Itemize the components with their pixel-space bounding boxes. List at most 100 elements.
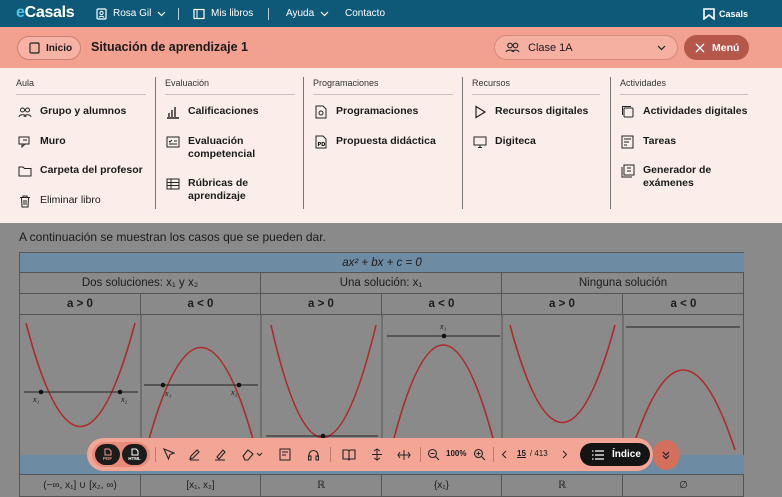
fit-height-tool[interactable] — [368, 446, 385, 463]
folder-icon — [18, 166, 32, 177]
column-heading: Aula — [16, 78, 35, 88]
zoom-in-button[interactable] — [471, 446, 488, 463]
root-label: x₁ — [439, 322, 447, 331]
next-page-button[interactable] — [559, 446, 570, 463]
double-chevron-down-icon — [662, 451, 670, 460]
menu-item-evaluacion-competencial[interactable]: Evaluación competencial — [166, 135, 291, 161]
monitor-icon — [473, 136, 487, 148]
pdf-format-button[interactable]: PDF — [95, 444, 120, 465]
table-icon — [166, 178, 180, 190]
list-icon — [592, 449, 604, 460]
headphones-icon — [308, 449, 319, 461]
mega-menu: Aula Grupo y alumnos Muro Carpeta del pr… — [0, 68, 782, 223]
parabola-one-down — [390, 344, 497, 451]
audio-tool[interactable] — [305, 446, 322, 463]
trash-icon — [20, 195, 30, 208]
highlighter-icon — [215, 449, 226, 461]
sign-header: a < 0 — [141, 294, 261, 315]
menu-column-aula: Aula — [16, 78, 146, 95]
help-menu[interactable]: Ayuda — [286, 0, 329, 27]
menu-item-rubricas[interactable]: Rúbricas de aprendizaje — [166, 177, 291, 203]
solution-set: ∅ — [623, 475, 744, 497]
eraser-tool[interactable] — [239, 446, 256, 463]
parabola-two-up — [25, 322, 136, 428]
sign-header: a > 0 — [502, 294, 623, 315]
column-heading: Recursos — [472, 78, 511, 88]
fit-width-tool[interactable] — [395, 446, 412, 463]
menu-item-digiteca[interactable]: Digiteca — [473, 135, 536, 149]
total-pages: / 413 — [529, 449, 548, 458]
group-icon — [505, 42, 520, 53]
play-icon — [475, 105, 487, 119]
chat-icon — [18, 136, 30, 149]
document-gear-icon — [315, 105, 327, 119]
open-book-icon — [341, 449, 356, 461]
fit-height-icon — [371, 448, 382, 461]
solution-set: ℝ — [261, 475, 382, 497]
divider — [178, 8, 179, 20]
column-divider — [462, 77, 463, 209]
menu-item-programaciones[interactable]: Programaciones — [314, 105, 418, 119]
solution-set: (−∞, x₁] ∪ [x₂, ∞) — [20, 475, 141, 497]
sign-header: a > 0 — [20, 294, 141, 315]
bar-chart-icon — [167, 107, 179, 119]
menu-item-muro[interactable]: Muro — [18, 135, 66, 149]
menu-item-tareas[interactable]: Tareas — [621, 135, 676, 149]
document-pd-icon: PD — [315, 135, 327, 149]
prev-page-button[interactable] — [498, 446, 509, 463]
highlighter-tool[interactable] — [212, 446, 229, 463]
menu-item-carpeta-profesor[interactable]: Carpeta del profesor — [18, 164, 143, 178]
menu-item-propuesta-didactica[interactable]: PD Propuesta didáctica — [314, 135, 436, 149]
sign-header: a < 0 — [623, 294, 744, 315]
contact-link[interactable]: Contacto — [345, 0, 385, 27]
chevron-down-icon — [256, 452, 263, 457]
zoom-in-icon — [473, 448, 486, 461]
pointer-tool[interactable] — [160, 446, 177, 463]
evaluation-card-icon — [166, 136, 180, 148]
chevron-right-icon — [562, 450, 567, 459]
zoom-out-button[interactable] — [425, 446, 442, 463]
people-icon — [18, 107, 32, 118]
activities-icon — [622, 106, 634, 118]
menu-item-calificaciones[interactable]: Calificaciones — [166, 105, 259, 119]
column-divider — [303, 77, 304, 209]
note-tool[interactable] — [277, 446, 294, 463]
user-menu[interactable]: Rosa Gil — [96, 0, 166, 27]
close-icon — [695, 43, 705, 52]
menu-item-recursos-digitales[interactable]: Recursos digitales — [473, 105, 588, 119]
menu-item-actividades-digitales[interactable]: Actividades digitales — [621, 105, 747, 119]
reader-toolbar: PDF HTML 100% 15 / 413 Índice — [87, 438, 653, 471]
menu-item-eliminar-libro[interactable]: Eliminar libro — [18, 194, 101, 208]
solution-set: {x₁} — [382, 475, 502, 497]
pen-tool[interactable] — [186, 446, 203, 463]
group-header-none: Ninguna solución — [502, 273, 744, 294]
root-label: x₂ — [120, 395, 128, 404]
solution-set: ℝ — [502, 475, 623, 497]
chevron-left-icon — [501, 450, 506, 459]
class-select-value: Clase 1A — [528, 41, 573, 54]
casals-mark-icon — [703, 7, 715, 20]
toolbar-expand-button[interactable] — [653, 440, 679, 470]
task-list-icon — [621, 135, 634, 149]
home-button[interactable]: Inicio — [17, 36, 81, 60]
eraser-options[interactable] — [255, 446, 264, 463]
menu-close-button[interactable]: Menú — [684, 35, 749, 60]
fit-width-icon — [396, 449, 411, 460]
book-view-tool[interactable] — [340, 446, 357, 463]
my-books-link[interactable]: Mis libros — [193, 0, 253, 27]
class-select[interactable]: Clase 1A — [494, 35, 678, 60]
sign-header: a < 0 — [382, 294, 502, 315]
parabola-none-down — [631, 369, 736, 451]
parabola-one-up — [270, 324, 377, 438]
casals-brand[interactable]: Casals — [703, 0, 748, 27]
current-page-input[interactable]: 15 — [517, 449, 526, 458]
root-label: x₁ — [164, 389, 172, 398]
html-file-icon — [131, 448, 138, 456]
menu-item-generador-examenes[interactable]: Generador de exámenes — [621, 164, 749, 190]
menu-item-grupo-alumnos[interactable]: Grupo y alumnos — [18, 105, 126, 119]
index-button[interactable]: Índice — [580, 443, 650, 466]
solution-set: [x₁, x₂] — [141, 475, 261, 497]
cursor-icon — [162, 448, 175, 461]
html-format-button[interactable]: HTML — [122, 444, 147, 465]
casals-logo[interactable]: eCasals — [16, 4, 75, 22]
